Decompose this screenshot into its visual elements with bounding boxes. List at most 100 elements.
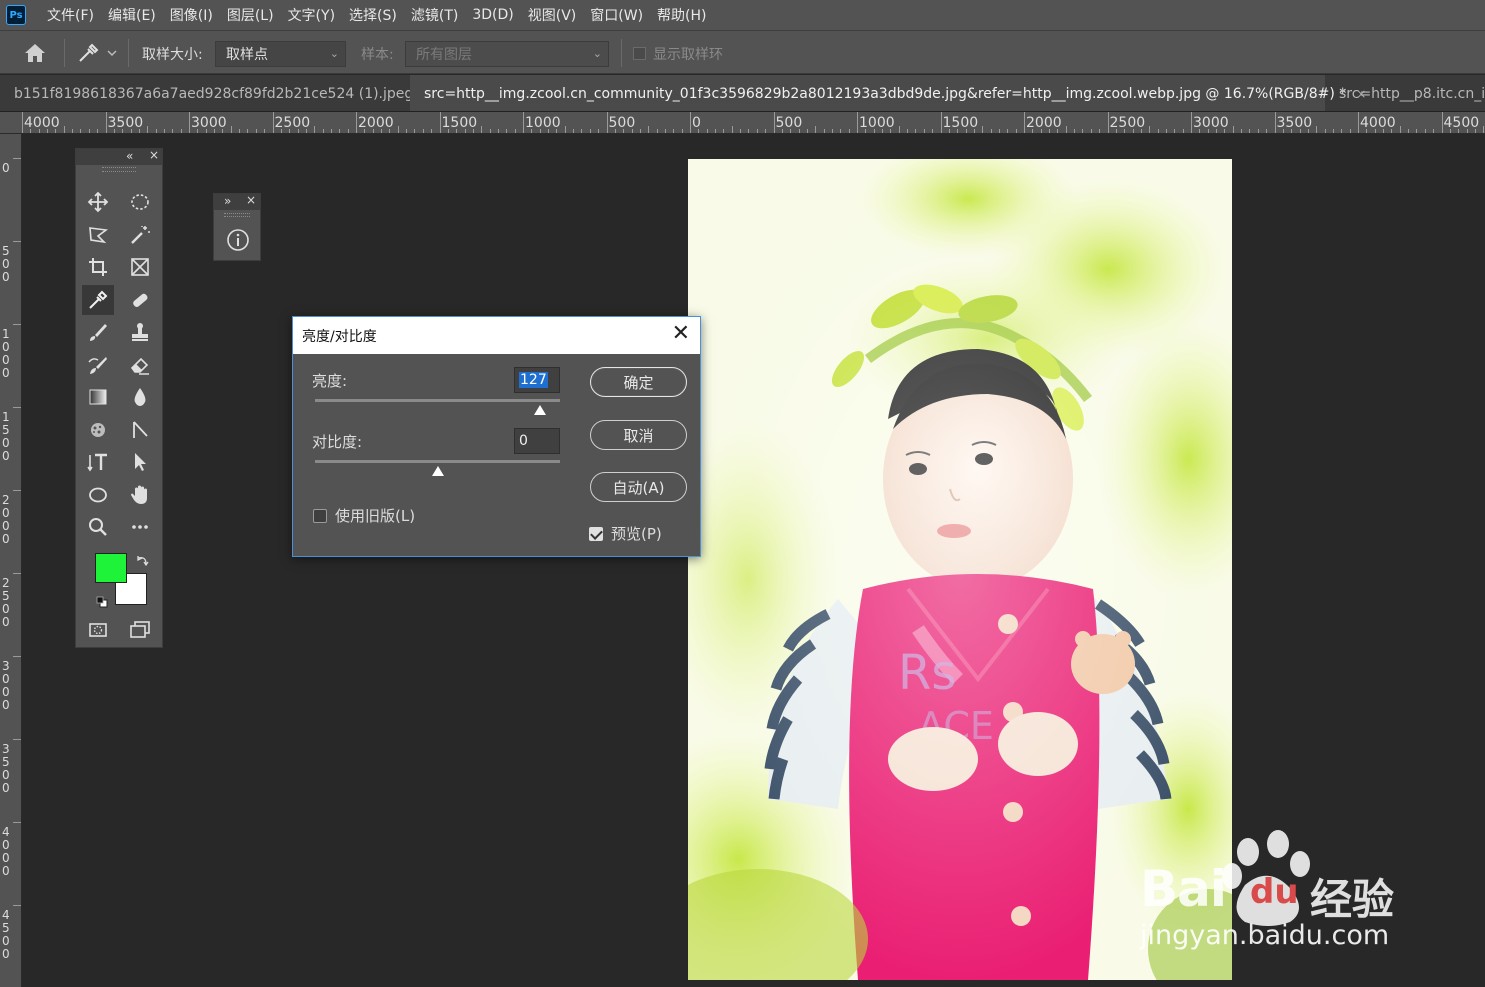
more-tools-icon[interactable] bbox=[124, 512, 156, 542]
ok-button[interactable]: 确定 bbox=[590, 367, 687, 397]
ruler-minor-tick bbox=[740, 129, 742, 133]
menu-type[interactable]: 文字(Y) bbox=[281, 5, 342, 25]
polygonal-lasso-icon[interactable] bbox=[82, 220, 114, 250]
tab-document-3[interactable]: src=http__p8.itc.cn_in bbox=[1325, 75, 1485, 111]
eraser-tool-icon[interactable] bbox=[124, 350, 156, 380]
ruler-vertical[interactable]: 0 500 1000 1500 2000 2500 3000 3500 4000 4500 bbox=[0, 134, 22, 987]
vertical-type-tool-icon[interactable] bbox=[82, 447, 114, 477]
contrast-slider-track[interactable] bbox=[315, 460, 560, 463]
tab-document-2[interactable]: src=http__img.zcool.cn_community_01f3c35… bbox=[410, 75, 1366, 111]
menu-file[interactable]: 文件(F) bbox=[40, 5, 101, 25]
info-icon[interactable] bbox=[226, 228, 250, 256]
healing-brush-icon[interactable] bbox=[124, 285, 156, 315]
ruler-major-tick bbox=[13, 324, 21, 325]
ruler-minor-tick bbox=[1449, 129, 1451, 133]
ruler-minor-tick bbox=[122, 129, 124, 133]
legacy-checkbox[interactable] bbox=[313, 509, 327, 523]
ruler-minor-tick bbox=[598, 129, 600, 133]
clone-stamp-icon[interactable] bbox=[124, 317, 156, 347]
history-brush-icon[interactable] bbox=[82, 350, 114, 380]
direct-selection-icon[interactable] bbox=[124, 447, 156, 477]
sample-select[interactable]: 所有图层 ⌄ bbox=[405, 41, 609, 67]
ruler-tick-label: 1000 bbox=[525, 115, 561, 131]
close-icon[interactable]: ✕ bbox=[672, 323, 690, 345]
ruler-minor-tick bbox=[1466, 129, 1468, 133]
ruler-major-tick bbox=[1441, 112, 1443, 133]
ruler-tick-label: 4500 bbox=[2, 908, 10, 961]
eyedropper-preset-icon[interactable] bbox=[76, 41, 118, 69]
tools-panel-header[interactable]: « × bbox=[76, 148, 162, 165]
ruler-minor-tick bbox=[548, 129, 550, 133]
default-colors-icon[interactable] bbox=[96, 593, 108, 612]
gradient-tool-icon[interactable] bbox=[82, 382, 114, 412]
swap-colors-icon[interactable] bbox=[136, 553, 150, 572]
menu-view[interactable]: 视图(V) bbox=[521, 5, 584, 25]
ruler-minor-tick bbox=[848, 129, 850, 133]
brightness-slider-thumb[interactable] bbox=[534, 405, 547, 415]
ruler-minor-tick bbox=[1433, 129, 1435, 133]
brush-tool-icon[interactable] bbox=[82, 317, 114, 347]
ruler-major-tick bbox=[272, 112, 274, 133]
info-panel: » × bbox=[213, 193, 261, 261]
menu-help[interactable]: 帮助(H) bbox=[650, 5, 713, 25]
ruler-minor-tick bbox=[1316, 126, 1318, 133]
ruler-minor-tick bbox=[1249, 129, 1251, 133]
dialog-title-bar[interactable]: 亮度/对比度 ✕ bbox=[293, 317, 700, 354]
ruler-major-tick bbox=[13, 822, 21, 823]
ruler-major-tick bbox=[22, 112, 23, 133]
ruler-minor-tick bbox=[1391, 129, 1393, 133]
sample-size-select[interactable]: 取样点 ⌄ bbox=[215, 41, 346, 67]
ruler-minor-tick bbox=[1032, 129, 1034, 133]
ruler-minor-tick bbox=[781, 129, 783, 133]
magic-wand-icon[interactable] bbox=[124, 220, 156, 250]
sponge-tool-icon[interactable] bbox=[82, 415, 114, 445]
ruler-minor-tick bbox=[289, 129, 291, 133]
ruler-tick-label: 4500 bbox=[1443, 115, 1480, 131]
photoshop-logo-icon[interactable]: Ps bbox=[6, 5, 26, 25]
frame-tool-icon[interactable] bbox=[124, 252, 156, 282]
panel-grip[interactable] bbox=[224, 213, 250, 217]
expand-icon[interactable]: » bbox=[224, 194, 231, 208]
ruler-minor-tick bbox=[1165, 129, 1167, 133]
menu-select[interactable]: 选择(S) bbox=[342, 5, 404, 25]
brightness-input[interactable]: 127 bbox=[514, 367, 560, 393]
contrast-input[interactable]: 0 bbox=[514, 428, 560, 454]
auto-button[interactable]: 自动(A) bbox=[590, 472, 687, 502]
panel-grip[interactable] bbox=[102, 167, 136, 172]
menu-layer[interactable]: 图层(L) bbox=[220, 5, 281, 25]
move-tool-icon[interactable] bbox=[82, 187, 114, 217]
menu-image[interactable]: 图像(I) bbox=[163, 5, 220, 25]
home-icon[interactable] bbox=[22, 41, 48, 69]
eyedropper-tool-icon[interactable] bbox=[82, 285, 114, 315]
screen-mode-icon[interactable] bbox=[124, 615, 156, 645]
elliptical-marquee-icon[interactable] bbox=[124, 187, 156, 217]
ruler-horizontal[interactable]: 4000 3500 3000 2500 2000 1500 1000 500 0 500 1000 1… bbox=[0, 112, 1485, 134]
ruler-major-tick bbox=[690, 112, 691, 133]
contrast-slider-thumb[interactable] bbox=[431, 466, 444, 476]
ruler-minor-tick bbox=[297, 129, 299, 133]
foreground-color-swatch[interactable] bbox=[95, 553, 127, 583]
zoom-tool-icon[interactable] bbox=[82, 512, 114, 542]
preview-checkbox[interactable] bbox=[589, 527, 603, 541]
ellipse-shape-icon[interactable] bbox=[82, 480, 114, 510]
close-icon[interactable]: × bbox=[149, 148, 159, 162]
brightness-slider-track[interactable] bbox=[315, 399, 560, 402]
info-panel-header[interactable]: » × bbox=[214, 193, 260, 210]
collapse-icon[interactable]: « bbox=[126, 149, 133, 163]
show-sampling-ring-checkbox[interactable] bbox=[633, 47, 646, 60]
path-selection-icon[interactable] bbox=[124, 415, 156, 445]
close-icon[interactable]: × bbox=[246, 193, 256, 207]
menu-edit[interactable]: 编辑(E) bbox=[101, 5, 163, 25]
ruler-tick-label: 1000 bbox=[859, 115, 895, 131]
tab-document-1[interactable]: b151f8198618367a6a7aed928cf89fd2b21ce524… bbox=[0, 75, 433, 111]
blur-tool-icon[interactable] bbox=[124, 382, 156, 412]
hand-tool-icon[interactable] bbox=[124, 480, 156, 510]
quick-mask-icon[interactable] bbox=[82, 615, 114, 645]
menu-filter[interactable]: 滤镜(T) bbox=[404, 5, 465, 25]
ruler-minor-tick bbox=[1182, 129, 1184, 133]
crop-tool-icon[interactable] bbox=[82, 252, 114, 282]
cancel-button[interactable]: 取消 bbox=[590, 420, 687, 450]
menu-3d[interactable]: 3D(D) bbox=[465, 7, 520, 23]
menu-window[interactable]: 窗口(W) bbox=[583, 5, 650, 25]
ruler-minor-tick bbox=[982, 126, 984, 133]
